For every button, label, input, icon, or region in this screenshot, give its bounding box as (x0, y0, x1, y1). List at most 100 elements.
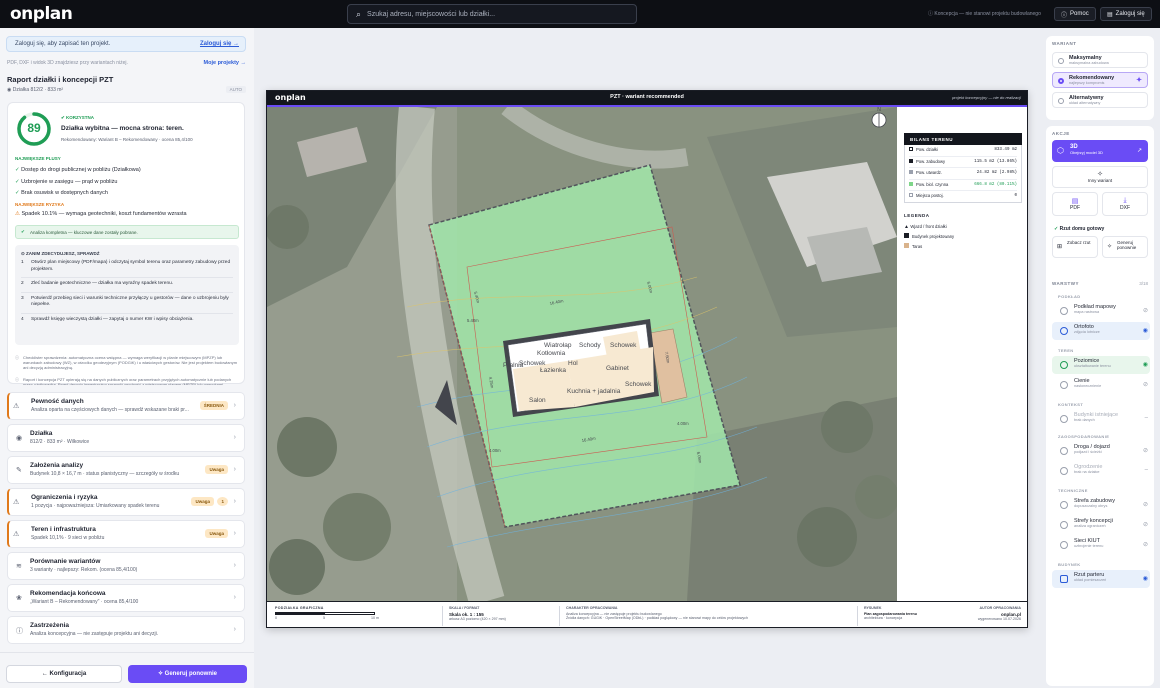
legend-title: LEGENDA (904, 212, 930, 218)
layer-concept-zones[interactable]: Strefy koncepcji analiza ograniczeń ⊘ (1052, 516, 1150, 534)
warning-badge: Uwaga (191, 497, 214, 506)
layer-ortho[interactable]: Ortofoto zdjęcia lotnicze ◉ (1052, 322, 1150, 340)
layer-fence[interactable]: Ogrodzenie brak na działce – (1052, 462, 1150, 480)
layer-road[interactable]: Droga / dojazd podjazd i ścieżki ⊘ (1052, 442, 1150, 460)
eye-off-icon[interactable]: ⊘ (1143, 541, 1148, 548)
pro-item: ✓ Uzbrojenie w zasięgu — prąd w pobliżu (15, 178, 118, 185)
eye-icon[interactable]: ◉ (1143, 575, 1148, 582)
actions-title: AKCJE (1052, 131, 1070, 136)
layer-base-map[interactable]: Podkład mapowy mapa rastrowa ⊘ (1052, 302, 1150, 320)
room-label: Kuchnia + jadalnia (567, 388, 621, 395)
layer-contours[interactable]: Poziomice ukształtowanie terenu ◉ (1052, 356, 1150, 374)
open-3d-button[interactable]: ⬡ 3D Obejrzyj model 3D ↗ (1052, 140, 1148, 162)
warning-icon: ⚠ (13, 499, 20, 506)
chevron-right-icon: › (233, 530, 236, 537)
building-icon (1060, 415, 1068, 423)
variant-max[interactable]: Maksymalny maksymalna zabudowa (1052, 52, 1148, 68)
regenerate-button[interactable]: ✧ Generuj ponownie (128, 665, 247, 683)
eye-off-icon[interactable]: ⊘ (1143, 501, 1148, 508)
floorplan-icon: ⊞ (1057, 244, 1063, 250)
pro-item: ✓ Dostęp do drogi publicznej w pobliżu (… (15, 167, 141, 173)
eye-off-icon[interactable]: ⊘ (1143, 447, 1148, 454)
config-button[interactable]: ← Konfiguracja (6, 665, 122, 683)
app-logo[interactable]: onplan (10, 4, 73, 24)
search-input[interactable]: ⌕ Szukaj adresu, miejscowości lub działk… (347, 4, 637, 24)
login-banner-text: Zaloguj się, aby zapisać ten projekt. (15, 41, 111, 47)
pdf-button[interactable]: ▤ PDF (1052, 192, 1098, 216)
report-panel: Zaloguj się, aby zapisać ten projekt. Za… (0, 28, 254, 688)
cube-icon: ⬡ (1057, 146, 1064, 155)
sheet-tagline: projekt koncepcyjny — nie do realizacji (952, 95, 1021, 100)
eye-off-icon[interactable]: ⊘ (1143, 521, 1148, 528)
help-icon: ⓘ (1061, 12, 1068, 19)
sun-icon (1060, 381, 1068, 389)
disclaimer-1: ⓘ Checklister sprawdzenia: automatyczna o… (15, 355, 238, 371)
legend-item: ▲ Wjazd / front działki (904, 223, 947, 230)
chevron-right-icon: › (233, 562, 236, 569)
other-variant-button[interactable]: ✧ Inny wariant (1052, 166, 1148, 188)
layer-utilities[interactable]: Sieci KIUT uzbrojenie terenu ⊘ (1052, 536, 1150, 554)
layer-build-zone[interactable]: Strefa zabudowy dopuszczalny obrys ⊘ (1052, 496, 1150, 514)
login-button[interactable]: ▤ Zaloguj się (1100, 7, 1152, 21)
room-label: Salon (529, 397, 546, 404)
section-data-confidence[interactable]: ⚠ Pewność danych Analiza oparta na częśc… (7, 392, 245, 420)
pzt-sheet: onplan PZT · wariant recommended projekt… (266, 90, 1028, 628)
variant-alt[interactable]: Alternatywny układ alternatywny (1052, 92, 1148, 108)
eye-icon[interactable]: ◉ (1143, 327, 1148, 334)
auto-badge: AUTO (225, 86, 246, 93)
my-projects-link[interactable]: Moje projekty → (204, 60, 246, 66)
count-badge: 1 (217, 497, 228, 506)
section-plot[interactable]: ◉ Działka 812/2 · 833 m² · Wilkowice › (7, 424, 245, 452)
dimension-label: 4.00m (677, 421, 689, 426)
layer-existing-buildings[interactable]: Budynki istniejące brak danych – (1052, 410, 1150, 428)
room-label: Kotłownia (537, 350, 566, 357)
ruler-icon: ✎ (16, 467, 22, 474)
login-icon: ▤ (1107, 11, 1113, 18)
room-label: Gabinet (606, 365, 629, 372)
balance-title: BILANS TERENU (904, 133, 1022, 145)
map-view[interactable]: N 16.40m 16.40m 5.40m 4.00m 4.00m 6.09m … (267, 107, 897, 601)
help-button[interactable]: ⓘ Pomoc (1054, 7, 1096, 21)
section-compare-variants[interactable]: ≋ Porównanie wariantów 3 warianty · najl… (7, 552, 245, 580)
section-terrain[interactable]: ⚠ Teren i infrastruktura Spadek 10,1% · … (7, 520, 245, 548)
dimension-label: 5.40m (467, 318, 479, 323)
eye-off-icon[interactable]: ⊘ (1143, 381, 1148, 388)
download-icon: ⤓ (1123, 197, 1127, 204)
warning-badge: Uwaga (205, 529, 228, 538)
export-note: PDF, DXF i widok 3D znajdziesz przy wari… (7, 60, 128, 66)
variants-card: WARIANT Maksymalny maksymalna zabudowa Re… (1046, 36, 1154, 120)
layers-card: WARSTWY 3/18 PODKŁAD Podkład mapowy mapa … (1046, 276, 1154, 686)
section-constraints[interactable]: ⚠ Ograniczenia i ryzyka 1 pozycja · najp… (7, 488, 245, 516)
balance-row: Pow. zabudowy 115.5 m2 (13.86%) (909, 157, 1017, 168)
room-label: Pralnia (503, 362, 524, 369)
section-recommendation[interactable]: ❀ Rekomendacja końcowa „Wariant B – Reko… (7, 584, 245, 612)
room-label: Hol (568, 360, 578, 367)
room-label: Schowek (625, 381, 652, 388)
dxf-button[interactable]: ⤓ DXF (1102, 192, 1148, 216)
pin-icon: ◉ (16, 435, 23, 442)
regen-floor-button[interactable]: ✧ Generuj ponownie (1102, 236, 1148, 258)
drawing-block: RYSUNEK Plan zagospodarowania terenu arc… (857, 606, 917, 626)
eye-off-icon[interactable]: ⊘ (1143, 307, 1148, 314)
info-icon: ⓘ (15, 377, 19, 382)
section-assumptions[interactable]: ✎ Założenia analizy Budynek 10,8 × 16,7 … (7, 456, 245, 484)
room-label: Wiatrołap (544, 342, 572, 349)
login-label: Zaloguj się (1115, 11, 1145, 17)
plug-icon (1060, 541, 1068, 549)
layer-group-title: ZAGOSPODAROWANIE (1058, 434, 1110, 439)
fence-icon (1060, 467, 1068, 475)
checklist-box: ⊙ ZANIM ZDECYDUJESZ, SPRAWDŹ 1 Otwórz pla… (15, 245, 239, 345)
login-link[interactable]: Zaloguj się → (200, 41, 239, 47)
show-floor-button[interactable]: ⊞ Zobacz rzut (1052, 236, 1098, 258)
concept-note: ⓘ Koncepcja — nie stanowi projektu budow… (928, 11, 1041, 17)
eye-icon[interactable]: ◉ (1143, 361, 1148, 368)
chevron-right-icon: › (233, 626, 236, 633)
balance-rows: Pow. działki 833.49 m2 Pow. zabudowy 115.5… (904, 145, 1022, 203)
section-title: Porównanie wariantów (30, 558, 101, 565)
dash-icon: – (1144, 467, 1148, 473)
sheet-title: PZT · wariant recommended (610, 94, 684, 100)
layer-shadows[interactable]: Cienie nasłonecznienie ⊘ (1052, 376, 1150, 394)
layer-ground-floor[interactable]: Rzut parteru układ pomieszczeń ◉ (1052, 570, 1150, 588)
section-disclaimers[interactable]: ⓘ Zastrzeżenia Analiza koncepcyjna — nie… (7, 616, 245, 644)
variant-recommended[interactable]: Rekomendowany najlepszy kompromis ✦ (1052, 72, 1148, 88)
